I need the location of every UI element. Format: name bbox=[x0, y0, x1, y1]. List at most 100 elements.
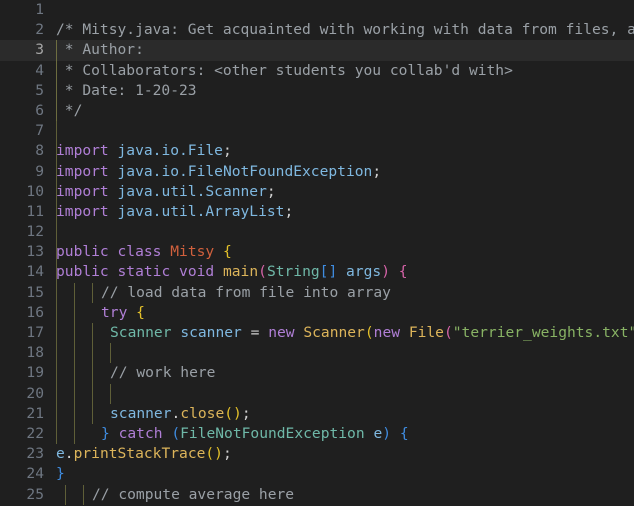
line-number: 23 bbox=[26, 445, 44, 463]
keyword-token: import bbox=[56, 142, 109, 160]
keyword-token: public bbox=[56, 243, 109, 261]
line-number: 16 bbox=[26, 303, 44, 321]
paren-open: ( bbox=[364, 324, 374, 341]
code-line[interactable]: 15 // load data from file into array bbox=[0, 282, 634, 303]
constructor-token: Scanner bbox=[303, 324, 365, 341]
keyword-token: new bbox=[373, 324, 401, 341]
line-content: * Date: 1-20-23 bbox=[56, 81, 197, 101]
indent-guide bbox=[110, 383, 111, 404]
keyword-token: import bbox=[56, 202, 109, 220]
indent-guide bbox=[74, 302, 75, 323]
code-line[interactable]: 23 e.printStackTrace(); bbox=[0, 444, 634, 464]
line-number: 2 bbox=[35, 21, 44, 39]
paren-open: ( bbox=[171, 424, 181, 442]
line-number: 3 bbox=[35, 41, 44, 59]
code-line[interactable]: 22 } catch (FileNotFoundException e) { bbox=[0, 423, 634, 445]
indent-guide bbox=[74, 363, 75, 384]
line-number: 18 bbox=[26, 344, 44, 362]
keyword-token: import bbox=[56, 182, 109, 200]
code-line[interactable]: 16 try { bbox=[0, 302, 634, 323]
code-line[interactable]: 19 // work here bbox=[0, 363, 634, 384]
code-line[interactable]: 7 bbox=[0, 121, 634, 142]
code-line[interactable]: 5 * Date: 1-20-23 bbox=[0, 80, 634, 101]
code-line[interactable]: 18 bbox=[0, 343, 634, 364]
param-token: args bbox=[346, 263, 382, 281]
line-number: 10 bbox=[26, 182, 44, 200]
line-number: 24 bbox=[26, 465, 44, 483]
keyword-token: import bbox=[56, 162, 109, 180]
string-literal: "terrier_weights.txt" bbox=[452, 324, 634, 341]
line-content: } bbox=[56, 464, 65, 484]
code-line[interactable]: 6 */ bbox=[0, 100, 634, 122]
line-content: public static void main(String[] args) { bbox=[56, 262, 408, 282]
code-line[interactable]: 2 /* Mitsy.java: Get acquainted with wor… bbox=[0, 20, 634, 40]
line-content: // compute average here bbox=[92, 485, 294, 505]
indent-guide bbox=[56, 282, 57, 303]
code-line[interactable]: 25 // compute average here bbox=[0, 484, 634, 505]
keyword-token: try bbox=[101, 303, 128, 321]
indent-guide bbox=[56, 302, 57, 323]
code-line[interactable]: 11 import java.util.ArrayList; bbox=[0, 201, 634, 223]
indent-guide bbox=[92, 383, 93, 404]
code-line[interactable]: 12 bbox=[0, 222, 634, 243]
keyword-token: class bbox=[117, 243, 162, 261]
code-area[interactable]: 1 2 /* Mitsy.java: Get acquainted with w… bbox=[0, 0, 634, 506]
code-line[interactable]: 9 import java.io.FileNotFoundException; bbox=[0, 161, 634, 182]
code-line[interactable]: 4 * Collaborators: <other students you c… bbox=[0, 60, 634, 81]
brace-open: { bbox=[398, 263, 408, 281]
indent-guide bbox=[56, 121, 57, 142]
brace-open: { bbox=[136, 303, 145, 321]
indent-guide bbox=[74, 323, 75, 344]
indent-guide bbox=[74, 282, 75, 303]
import-path: java.util.ArrayList bbox=[117, 202, 285, 220]
paren-close: ) bbox=[382, 424, 392, 442]
comment-token: // load data from file into array bbox=[101, 283, 391, 301]
keyword-token: static bbox=[117, 263, 171, 281]
type-token: String bbox=[266, 263, 320, 281]
line-content: import java.util.Scanner; bbox=[56, 182, 276, 202]
dot: . bbox=[171, 404, 181, 422]
brace-open: { bbox=[399, 424, 409, 442]
code-line-active[interactable]: 3 * Author: bbox=[0, 40, 634, 61]
comment-token: // compute average here bbox=[92, 485, 295, 503]
line-number: 7 bbox=[35, 122, 44, 140]
code-line[interactable]: 14 public static void main(String[] args… bbox=[0, 262, 634, 283]
semicolon: ; bbox=[241, 404, 251, 422]
brace-open: { bbox=[222, 243, 232, 261]
semicolon: ; bbox=[222, 445, 232, 463]
line-number: 22 bbox=[26, 424, 44, 442]
code-line[interactable]: 24 } bbox=[0, 464, 634, 484]
code-line[interactable]: 17 Scanner scanner = new Scanner(new Fil… bbox=[0, 323, 634, 344]
indent-guide bbox=[110, 343, 111, 364]
code-line[interactable]: 1 bbox=[0, 0, 634, 20]
comment-token: * Collaborators: <other students you col… bbox=[56, 61, 513, 79]
code-line[interactable]: 13 public class Mitsy { bbox=[0, 242, 634, 263]
line-number: 13 bbox=[26, 243, 44, 261]
code-line[interactable]: 10 import java.util.Scanner; bbox=[0, 181, 634, 202]
semicolon: ; bbox=[222, 142, 232, 160]
indent-guide bbox=[56, 222, 57, 243]
indent-guide bbox=[56, 403, 57, 424]
code-line[interactable]: 8 import java.io.File; bbox=[0, 141, 634, 162]
code-editor[interactable]: 1 2 /* Mitsy.java: Get acquainted with w… bbox=[0, 0, 634, 506]
indent-guide bbox=[56, 343, 57, 364]
code-line[interactable]: 20 bbox=[0, 383, 634, 404]
line-content: e.printStackTrace(); bbox=[56, 444, 232, 464]
exception-type-token: FileNotFoundException bbox=[180, 424, 365, 442]
indent-guide bbox=[92, 282, 93, 303]
paren-close: ) bbox=[381, 263, 390, 281]
line-number: 1 bbox=[35, 1, 44, 18]
line-number: 9 bbox=[35, 162, 44, 180]
variable-token: scanner bbox=[110, 404, 172, 422]
line-number: 17 bbox=[26, 324, 44, 341]
code-line[interactable]: 21 scanner.close(); bbox=[0, 403, 634, 424]
